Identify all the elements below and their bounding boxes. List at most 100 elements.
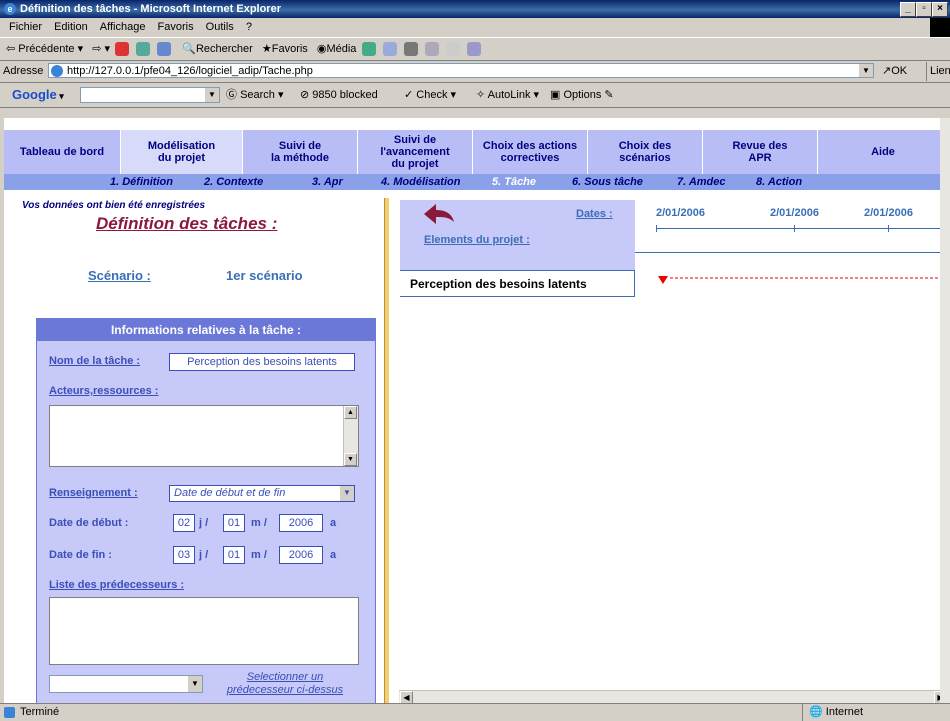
date-value: 2/01/2006	[864, 207, 913, 219]
date-tick	[656, 225, 657, 232]
close-button[interactable]: ×	[932, 2, 948, 17]
menu-edition[interactable]: Edition	[54, 21, 88, 33]
date-axis	[656, 228, 948, 229]
status-bar: Terminé 🌐 Internet	[0, 703, 950, 721]
page-icon	[51, 65, 63, 77]
elements-label[interactable]: Elements du projet :	[424, 234, 530, 246]
tab-aide[interactable]: Aide	[818, 130, 948, 174]
forward-button[interactable]: ⇨ ▾	[92, 38, 110, 60]
history-icon[interactable]	[361, 42, 376, 57]
options-button[interactable]: ▣ Options ✎	[550, 83, 614, 107]
actors-label: Acteurs,ressources :	[49, 385, 159, 397]
discuss-icon[interactable]	[445, 42, 460, 57]
google-search-input[interactable]: ▼	[80, 87, 220, 103]
menu-favoris[interactable]: Favoris	[158, 21, 194, 33]
tab-modelisation[interactable]: Modélisation du projet	[121, 130, 243, 174]
date-tick	[794, 225, 795, 232]
menu-fichier[interactable]: Fichier	[9, 21, 42, 33]
address-url: http://127.0.0.1/pfe04_126/logiciel_adip…	[67, 65, 313, 77]
subnav-modelisation[interactable]: 4. Modélisation	[381, 174, 460, 190]
media-button[interactable]: ◉Média	[317, 38, 357, 60]
day-separator: j /	[199, 517, 209, 529]
back-button[interactable]: ⇦ Précédente ▾	[6, 38, 83, 60]
task-info-panel: Informations relatives à la tâche : Nom …	[36, 318, 376, 703]
predecessors-list[interactable]	[49, 597, 359, 665]
address-input[interactable]: http://127.0.0.1/pfe04_126/logiciel_adip…	[48, 63, 874, 78]
menu-outils[interactable]: Outils	[206, 21, 234, 33]
date-tick	[888, 225, 889, 232]
tab-revue-apr[interactable]: Revue des APR	[703, 130, 818, 174]
back-arrow-icon[interactable]	[418, 202, 458, 226]
home-icon[interactable]	[157, 42, 172, 57]
info-select[interactable]: Date de début et de fin ▼	[169, 485, 355, 502]
subnav-amdec[interactable]: 7. Amdec	[677, 174, 726, 190]
tab-actions-correctives[interactable]: Choix des actions correctives	[473, 130, 588, 174]
tab-choix-scenarios[interactable]: Choix des scénarios	[588, 130, 703, 174]
start-year-input[interactable]: 2006	[279, 514, 323, 532]
favorites-button[interactable]: ★Favoris	[262, 38, 308, 60]
scenario-label: Scénario :	[88, 268, 151, 283]
predecessor-select[interactable]: ▼	[49, 675, 203, 693]
scenario-value: 1er scénario	[226, 268, 303, 283]
links-button[interactable]: Lien	[926, 62, 950, 81]
menu-affichage[interactable]: Affichage	[100, 21, 146, 33]
autolink-button[interactable]: ✧ AutoLink ▾	[476, 83, 539, 107]
maximize-button[interactable]: ▫	[916, 2, 932, 17]
window-title: Définition des tâches - Microsoft Intern…	[20, 3, 281, 15]
date-value: 2/01/2006	[770, 207, 819, 219]
stop-icon[interactable]	[115, 42, 130, 57]
subnav-sous-tache[interactable]: 6. Sous tâche	[572, 174, 643, 190]
subnav-tache[interactable]: 5. Tâche	[492, 174, 536, 190]
task-name-input[interactable]: Perception des besoins latents	[169, 353, 355, 371]
saved-message: Vos données ont bien été enregistrées	[22, 200, 206, 211]
date-value: 2/01/2006	[656, 207, 705, 219]
subnav-action[interactable]: 8. Action	[756, 174, 802, 190]
scroll-left-button[interactable]: ◀	[400, 691, 413, 703]
main-tabs: Tableau de bord Modélisation du projet S…	[4, 130, 948, 174]
zone-indicator: 🌐 Internet	[802, 704, 863, 721]
google-search-button[interactable]: Ⓖ Search ▾	[226, 83, 284, 107]
end-day-input[interactable]: 03	[173, 546, 195, 564]
tab-tableau-de-bord[interactable]: Tableau de bord	[4, 130, 121, 174]
timeline-task-label[interactable]: Perception des besoins latents	[400, 270, 635, 297]
address-dropdown[interactable]: ▼	[858, 64, 873, 77]
sub-navigation: 1. Définition 2. Contexte 3. Apr 4. Modé…	[4, 174, 948, 190]
dates-label[interactable]: Dates :	[576, 208, 613, 220]
search-button[interactable]: 🔍Rechercher	[182, 38, 253, 60]
start-month-input[interactable]: 01	[223, 514, 245, 532]
panel-header: Informations relatives à la tâche :	[37, 319, 375, 341]
mail-icon[interactable]	[382, 42, 397, 57]
refresh-icon[interactable]	[136, 42, 151, 57]
popup-blocked-button[interactable]: ⊘ 9850 blocked	[300, 83, 378, 107]
predecessors-label: Liste des prédecesseurs :	[49, 579, 185, 591]
end-date-label: Date de fin :	[49, 549, 112, 561]
actors-scrollbar[interactable]: ▲ ▼	[343, 406, 358, 466]
task-timeline-bar	[658, 276, 948, 284]
start-date-label: Date de début :	[49, 517, 129, 529]
window-vertical-scrollbar[interactable]	[940, 118, 950, 703]
task-marker-icon	[658, 276, 668, 284]
spell-check-button[interactable]: ✓ Check ▾	[404, 83, 456, 107]
select-predecessor-link[interactable]: Selectionner un prédecesseur ci-dessus	[215, 671, 355, 697]
print-icon[interactable]	[403, 42, 418, 57]
actors-textarea[interactable]: ▲ ▼	[49, 405, 359, 467]
tab-suivi-avancement[interactable]: Suivi de l'avancement du projet	[358, 130, 473, 174]
standard-toolbar: ⇦ Précédente ▾ ⇨ ▾ 🔍Rechercher ★Favoris …	[0, 38, 950, 61]
page-content: Tableau de bord Modélisation du projet S…	[4, 118, 948, 703]
month-separator: m /	[251, 549, 267, 561]
horizontal-scrollbar[interactable]: ◀ ▶	[399, 690, 948, 703]
menu-help[interactable]: ?	[246, 21, 252, 33]
google-logo[interactable]: Google ▾	[12, 83, 64, 108]
messenger-icon[interactable]	[466, 42, 481, 57]
edit-icon[interactable]	[424, 42, 439, 57]
subnav-definition[interactable]: 1. Définition	[110, 174, 173, 190]
frame-divider[interactable]	[384, 198, 389, 703]
subnav-apr[interactable]: 3. Apr	[312, 174, 343, 190]
end-year-input[interactable]: 2006	[279, 546, 323, 564]
subnav-contexte[interactable]: 2. Contexte	[204, 174, 263, 190]
tab-suivi-methode[interactable]: Suivi de la méthode	[243, 130, 358, 174]
go-button[interactable]: ↗OK	[882, 62, 907, 81]
start-day-input[interactable]: 02	[173, 514, 195, 532]
minimize-button[interactable]: _	[900, 2, 916, 17]
end-month-input[interactable]: 01	[223, 546, 245, 564]
